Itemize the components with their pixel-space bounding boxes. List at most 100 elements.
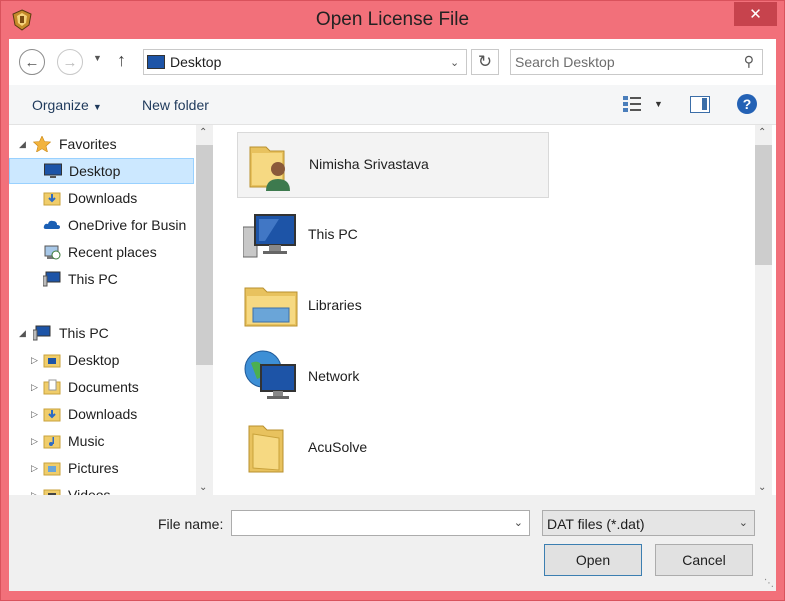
- address-row: ← → ▼ ↑ Desktop ⌄ ↻ ⚲: [9, 39, 776, 85]
- chevron-down-icon[interactable]: ⌄: [450, 56, 459, 69]
- nav-label: Recent places: [68, 244, 157, 260]
- item-name: This PC: [308, 226, 358, 242]
- list-item[interactable]: AcuSolve: [237, 416, 549, 482]
- nav-favorites[interactable]: ◢ Favorites: [9, 131, 194, 157]
- item-name: Nimisha Srivastava: [309, 156, 429, 172]
- chevron-down-icon[interactable]: ⌄: [739, 516, 748, 529]
- list-item[interactable]: Libraries: [237, 274, 549, 340]
- navigation-pane: ◢ Favorites Desktop Downloads OneDrive f…: [9, 125, 196, 495]
- file-name-panel: File name: ⌄ DAT files (*.dat) ⌄ Open Ca…: [9, 495, 776, 591]
- refresh-button[interactable]: ↻: [471, 49, 499, 75]
- back-button[interactable]: ←: [19, 49, 45, 75]
- nav-pc-music[interactable]: ▷ Music: [9, 428, 194, 454]
- collapse-triangle-icon[interactable]: ◢: [19, 139, 26, 150]
- up-button[interactable]: ↑: [117, 50, 126, 71]
- list-item[interactable]: Network: [237, 345, 549, 411]
- file-type-select[interactable]: DAT files (*.dat) ⌄: [542, 510, 755, 536]
- recent-locations-dropdown[interactable]: ▼: [93, 53, 102, 63]
- music-folder-icon: [43, 435, 61, 449]
- nav-label: This PC: [68, 271, 118, 287]
- arrow-left-icon: ←: [24, 53, 40, 71]
- caret-down-icon: ▼: [92, 102, 102, 112]
- search-box[interactable]: ⚲: [510, 49, 763, 75]
- computer-icon: [243, 214, 296, 258]
- file-name-label: File name:: [158, 516, 224, 532]
- organize-button[interactable]: Organize ▼: [32, 97, 102, 113]
- arrow-right-icon: →: [62, 53, 78, 71]
- pictures-folder-icon: [43, 462, 61, 476]
- scroll-down-icon[interactable]: ⌄: [758, 482, 766, 493]
- onedrive-cloud-icon: [43, 220, 60, 229]
- open-button[interactable]: Open: [544, 544, 642, 576]
- nav-scrollbar[interactable]: ⌃ ⌄: [196, 125, 213, 495]
- cancel-button[interactable]: Cancel: [655, 544, 753, 576]
- chevron-down-icon[interactable]: ⌄: [514, 516, 523, 529]
- file-list: Nimisha Srivastava This PC Libraries Net…: [219, 125, 755, 495]
- change-view-icon[interactable]: [622, 95, 642, 113]
- star-icon: [33, 136, 51, 152]
- organize-label: Organize: [32, 97, 89, 113]
- scroll-up-icon[interactable]: ⌃: [199, 127, 207, 138]
- forward-button[interactable]: →: [57, 49, 83, 75]
- nav-pc-downloads[interactable]: ▷ Downloads: [9, 401, 194, 427]
- nav-recent-places[interactable]: Recent places: [9, 239, 194, 265]
- scroll-down-icon[interactable]: ⌄: [199, 482, 207, 493]
- close-button[interactable]: ✕: [734, 2, 777, 26]
- view-options-dropdown[interactable]: ▼: [654, 99, 663, 109]
- window-title: Open License File: [315, 9, 470, 30]
- close-icon: ✕: [749, 6, 762, 23]
- downloads-folder-icon: [43, 408, 61, 422]
- file-name-combobox[interactable]: ⌄: [231, 510, 530, 536]
- expand-triangle-icon[interactable]: ▷: [31, 355, 38, 366]
- folder-icon: [248, 425, 284, 473]
- collapse-triangle-icon[interactable]: ◢: [19, 328, 26, 339]
- nav-pc-desktop[interactable]: ▷ Desktop: [9, 347, 194, 373]
- title-bar[interactable]: Open License File ✕: [1, 1, 784, 39]
- command-bar: Organize ▼ New folder ▼ ?: [9, 85, 776, 125]
- scroll-up-icon[interactable]: ⌃: [758, 127, 766, 138]
- breadcrumb[interactable]: Desktop: [170, 54, 221, 70]
- nav-label: Downloads: [68, 190, 138, 206]
- nav-label: Favorites: [59, 136, 117, 152]
- nav-pc-pictures[interactable]: ▷ Pictures: [9, 455, 194, 481]
- item-name: Libraries: [308, 297, 362, 313]
- nav-label: Videos: [68, 487, 111, 495]
- nav-label: Desktop: [68, 352, 120, 368]
- nav-onedrive[interactable]: OneDrive for Busin: [9, 212, 194, 238]
- libraries-folder-icon: [244, 287, 298, 327]
- dialog-client: ← → ▼ ↑ Desktop ⌄ ↻ ⚲: [9, 39, 776, 591]
- expand-triangle-icon[interactable]: ▷: [31, 409, 38, 420]
- nav-label: Downloads: [68, 406, 138, 422]
- dialog-window: Open License File ✕ ← → ▼ ↑ Desktop ⌄ ↻: [0, 0, 785, 601]
- preview-pane-icon[interactable]: [690, 96, 710, 113]
- address-bar[interactable]: Desktop ⌄: [143, 49, 467, 75]
- list-item[interactable]: This PC: [237, 203, 549, 269]
- nav-label: Desktop: [69, 163, 121, 179]
- nav-downloads[interactable]: Downloads: [9, 185, 194, 211]
- content-scrollbar[interactable]: ⌃ ⌄: [755, 125, 772, 495]
- new-folder-button[interactable]: New folder: [142, 97, 209, 113]
- nav-this-pc-favorite[interactable]: This PC: [9, 266, 194, 292]
- computer-icon: [43, 271, 61, 287]
- help-icon[interactable]: ?: [737, 94, 757, 114]
- nav-desktop[interactable]: Desktop: [9, 158, 194, 184]
- resize-grip-icon[interactable]: ⋱: [764, 578, 774, 589]
- search-input[interactable]: [515, 53, 730, 71]
- recent-places-icon: [44, 245, 61, 260]
- computer-icon: [33, 325, 51, 341]
- nav-scroll-thumb[interactable]: [196, 145, 213, 365]
- expand-triangle-icon[interactable]: ▷: [31, 436, 38, 447]
- expand-triangle-icon[interactable]: ▷: [31, 463, 38, 474]
- content-scroll-thumb[interactable]: [755, 145, 772, 265]
- desktop-icon: [147, 55, 165, 69]
- documents-folder-icon: [43, 379, 61, 395]
- list-item[interactable]: Nimisha Srivastava: [237, 132, 549, 198]
- expand-triangle-icon[interactable]: ▷: [31, 382, 38, 393]
- desktop-icon: [44, 163, 62, 178]
- nav-this-pc[interactable]: ◢ This PC: [9, 320, 194, 346]
- nav-pc-videos[interactable]: ▷ Videos: [9, 482, 194, 495]
- search-icon[interactable]: ⚲: [744, 53, 754, 70]
- item-name: Network: [308, 368, 360, 384]
- nav-pc-documents[interactable]: ▷ Documents: [9, 374, 194, 400]
- nav-label: This PC: [59, 325, 109, 341]
